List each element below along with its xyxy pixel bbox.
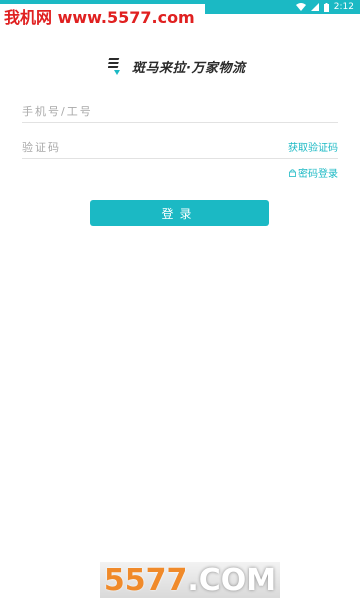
status-time: 2:12 [333,2,354,12]
watermark-number: 5577 [103,562,188,598]
logo-text: 斑马来拉·万家物流 [132,60,246,76]
wifi-icon [295,3,306,11]
login-button[interactable]: 登录 [90,200,269,226]
signal-icon [310,3,319,11]
get-code-button[interactable]: 获取验证码 [288,139,338,154]
phone-field [22,100,338,123]
phone-input[interactable] [22,100,262,123]
watermark-suffix: .COM [187,562,277,598]
site-watermark: 我机网 www.5577.com [0,4,205,28]
zebra-logo-icon [108,56,126,76]
code-input[interactable] [22,136,262,159]
code-field: 获取验证码 [22,136,338,159]
app-logo: 斑马来拉·万家物流 [108,54,258,78]
password-login-label: 密码登录 [298,169,338,180]
battery-icon [323,2,329,12]
password-login-link[interactable]: 密码登录 [289,165,338,180]
bottom-watermark: 5577 .COM [100,562,280,598]
lock-icon [289,168,296,177]
